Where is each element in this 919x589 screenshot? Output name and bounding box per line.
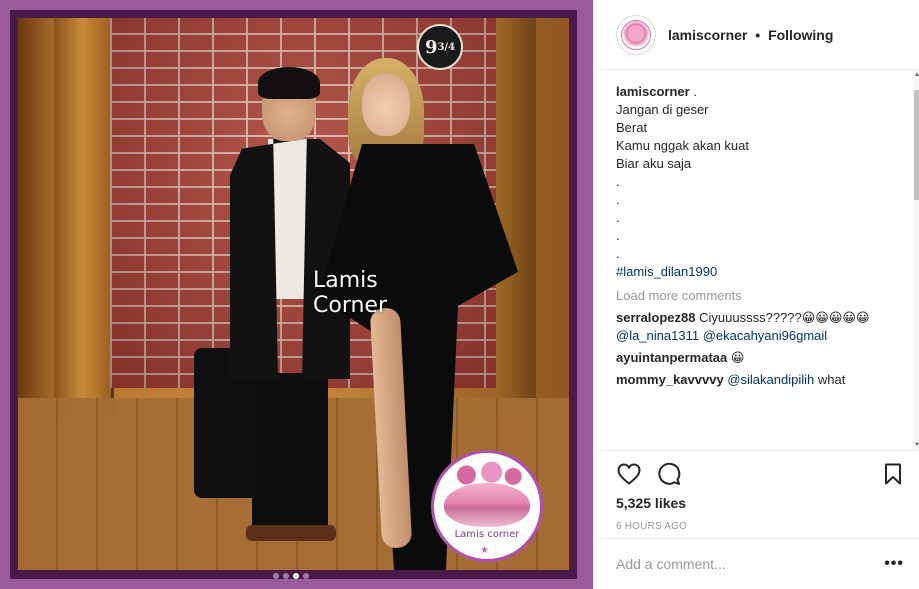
author-username[interactable]: lamiscorner bbox=[668, 27, 747, 43]
caption-line: Biar aku saja bbox=[616, 156, 692, 171]
post-sidebar: lamiscorner • Following lamiscorner . Ja… bbox=[593, 0, 919, 589]
comment-item: mommy_kavvvvy @silakandipilih what bbox=[616, 371, 908, 389]
caption-hashtag[interactable]: #lamis_dilan1990 bbox=[616, 263, 908, 281]
caption-line: . bbox=[616, 210, 620, 225]
lamis-corner-logo: Lamis corner ★ bbox=[431, 450, 543, 562]
comment-icon[interactable] bbox=[656, 461, 682, 487]
comments-scrollbar[interactable]: ▲ ▼ bbox=[913, 70, 919, 450]
load-more-comments[interactable]: Load more comments bbox=[616, 287, 908, 305]
heart-icon[interactable] bbox=[616, 461, 642, 487]
lips-icon bbox=[444, 483, 530, 527]
carousel-dot[interactable] bbox=[273, 573, 279, 579]
post-photo[interactable]: 9 3/4 Lamis Corner Lamis corner ★ bbox=[18, 18, 569, 570]
caption-username[interactable]: lamiscorner bbox=[616, 84, 690, 99]
caption-line: Berat bbox=[616, 120, 648, 135]
caption: lamiscorner . Jangan di geser Berat Kamu… bbox=[616, 83, 908, 281]
carousel-dot-active[interactable] bbox=[293, 573, 299, 579]
comment-text: 😀 bbox=[730, 350, 745, 365]
comment-mentions[interactable]: @la_nina1311 @ekacahyani96gmail bbox=[616, 328, 827, 343]
watermark-line2: Corner bbox=[313, 293, 388, 318]
avatar[interactable] bbox=[616, 14, 656, 55]
star-icon: ★ bbox=[480, 545, 489, 556]
platform-sign-fraction: 3/4 bbox=[437, 41, 456, 53]
comment-username[interactable]: mommy_kavvvvy bbox=[616, 372, 724, 387]
post-header: lamiscorner • Following bbox=[594, 0, 919, 70]
watermark-text: Lamis Corner bbox=[313, 268, 387, 318]
carousel-dot[interactable] bbox=[303, 573, 309, 579]
avatar-logo-icon bbox=[621, 19, 651, 50]
comment-text: what bbox=[817, 372, 846, 387]
post-timestamp[interactable]: 6 HOURS AGO bbox=[616, 521, 687, 532]
caption-line: Kamu nggak akan kuat bbox=[616, 138, 749, 153]
caption-line: . bbox=[616, 228, 620, 243]
platform-sign-number: 9 bbox=[424, 36, 438, 58]
comment-text: Ciyuuussss?????😀😀😀😀😀 bbox=[699, 310, 870, 325]
photo-frame: 9 3/4 Lamis Corner Lamis corner ★ bbox=[10, 10, 577, 579]
following-button[interactable]: Following bbox=[768, 27, 833, 43]
comment-input[interactable] bbox=[616, 556, 871, 572]
bookmark-icon[interactable] bbox=[880, 461, 906, 487]
caption-line: . bbox=[616, 192, 620, 207]
caption-line: . bbox=[616, 174, 620, 189]
header-text: lamiscorner • Following bbox=[668, 27, 833, 43]
carousel-dot[interactable] bbox=[283, 573, 289, 579]
likes-count[interactable]: 5,325 likes bbox=[616, 495, 686, 511]
scroll-up-arrow-icon[interactable]: ▲ bbox=[914, 72, 919, 78]
logo-text: Lamis corner bbox=[454, 529, 520, 540]
add-comment-bar: ••• bbox=[594, 538, 919, 589]
caption-first-line: . bbox=[689, 84, 697, 99]
comment-username[interactable]: ayuintanpermataa bbox=[616, 350, 727, 365]
comment-item: serralopez88 Ciyuuussss?????😀😀😀😀😀 @la_ni… bbox=[616, 309, 908, 345]
action-row bbox=[616, 461, 906, 489]
wooden-door-left bbox=[54, 18, 114, 418]
carousel-dots bbox=[273, 573, 309, 579]
more-options-icon[interactable]: ••• bbox=[884, 555, 904, 573]
header-separator: • bbox=[755, 26, 761, 43]
caption-line: . bbox=[616, 246, 620, 261]
scrollbar-thumb[interactable] bbox=[914, 90, 919, 200]
comment-item: ayuintanpermataa 😀 bbox=[616, 349, 908, 367]
caption-line: Jangan di geser bbox=[616, 102, 709, 117]
watermark-line1: Lamis bbox=[313, 268, 378, 293]
comment-username[interactable]: serralopez88 bbox=[616, 310, 696, 325]
scroll-down-arrow-icon[interactable]: ▼ bbox=[914, 442, 919, 448]
comment-mentions[interactable]: @silakandipilih bbox=[727, 372, 814, 387]
comments-list: lamiscorner . Jangan di geser Berat Kamu… bbox=[616, 83, 908, 445]
photo-panel: 9 3/4 Lamis Corner Lamis corner ★ bbox=[0, 0, 593, 589]
